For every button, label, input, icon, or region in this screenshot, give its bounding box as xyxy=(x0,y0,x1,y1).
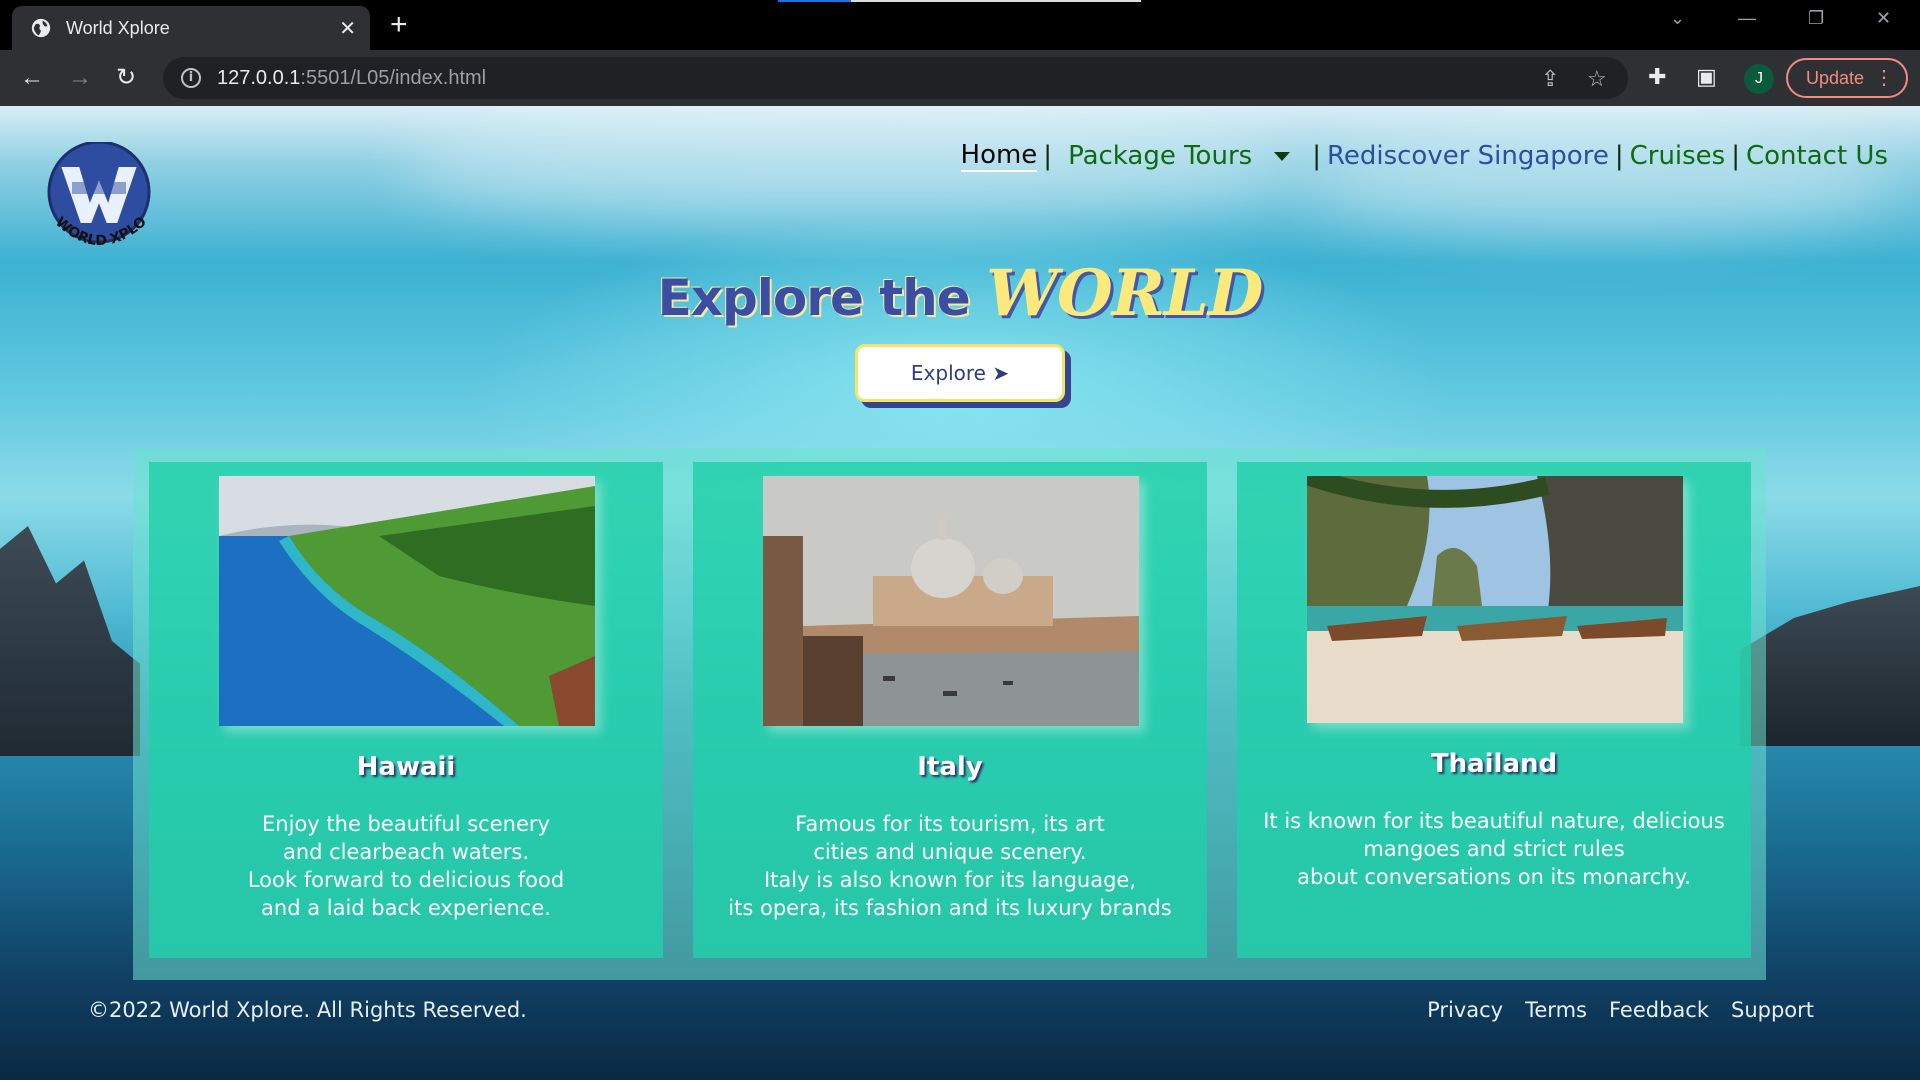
card-description: Enjoy the beautiful scenery and clearbea… xyxy=(149,810,663,922)
url-host: 127.0.0.1 xyxy=(217,66,301,89)
card-italy[interactable]: Italy Famous for its tourism, its art ci… xyxy=(693,462,1207,958)
close-window-button[interactable]: ✕ xyxy=(1876,8,1891,29)
browser-tabbar: World Xplore ✕ + ⌄ — ❐ ✕ xyxy=(0,0,1920,50)
tab-title: World Xplore xyxy=(66,17,170,38)
destination-cards: Hawaii Enjoy the beautiful scenery and c… xyxy=(133,448,1766,980)
card-line: It is known for its beautiful nature, de… xyxy=(1263,809,1725,833)
footer-link-privacy[interactable]: Privacy xyxy=(1427,998,1503,1022)
url-path: :5501/L05/index.html xyxy=(300,66,487,89)
footer-link-terms[interactable]: Terms xyxy=(1525,998,1587,1022)
card-thailand[interactable]: Thailand It is known for its beautiful n… xyxy=(1237,462,1751,958)
explore-button[interactable]: Explore ➤ xyxy=(855,344,1065,402)
rock-right xyxy=(1740,586,1920,746)
site-info-icon[interactable]: i xyxy=(181,68,201,88)
hero-title-prefix: Explore the xyxy=(657,269,987,327)
card-line: and a laid back experience. xyxy=(261,896,551,920)
footer-copyright: ©2022 World Xplore. All Rights Reserved. xyxy=(88,998,527,1022)
card-line: about conversations on its monarchy. xyxy=(1297,865,1691,889)
reload-button[interactable]: ↻ xyxy=(116,64,136,92)
thailand-photo xyxy=(1307,476,1683,723)
card-line: and clearbeach waters. xyxy=(282,840,530,864)
footer-link-support[interactable]: Support xyxy=(1731,998,1814,1022)
card-title: Hawaii xyxy=(356,752,456,782)
bookmark-star-icon[interactable]: ☆ xyxy=(1587,66,1607,92)
card-line: cities and unique scenery. xyxy=(813,840,1087,864)
profile-avatar[interactable]: J xyxy=(1744,64,1774,94)
footer-links: Privacy Terms Feedback Support xyxy=(1427,998,1814,1022)
world-xplore-logo[interactable]: WORLD XPLORE xyxy=(42,142,157,262)
side-panel-icon[interactable]: ▣ xyxy=(1696,64,1717,90)
share-icon[interactable]: ⇪ xyxy=(1541,66,1559,92)
card-line: its opera, its fashion and its luxury br… xyxy=(728,896,1172,920)
nav-package-tours[interactable]: Package Tours xyxy=(1068,141,1252,171)
nav-separator: | xyxy=(1731,141,1740,171)
hero-title-emphasis: WORLD xyxy=(986,256,1263,331)
nav-separator: | xyxy=(1312,141,1321,171)
nav-home[interactable]: Home xyxy=(960,140,1038,172)
card-line: mangoes and strict rules xyxy=(1363,837,1625,861)
card-line: Enjoy the beautiful scenery xyxy=(262,812,550,836)
update-label: Update xyxy=(1806,67,1865,88)
card-description: It is known for its beautiful nature, de… xyxy=(1237,807,1751,891)
forward-button[interactable]: → xyxy=(68,64,92,92)
italy-photo xyxy=(763,476,1139,726)
tab-search-icon[interactable]: ⌄ xyxy=(1670,8,1685,29)
minimize-button[interactable]: — xyxy=(1738,8,1756,29)
back-button[interactable]: ← xyxy=(20,64,44,92)
page-background: WORLD XPLORE Home | Package Tours | Redi… xyxy=(0,106,1920,1080)
hero-title: Explore the WORLD xyxy=(0,256,1920,331)
nav-separator: | xyxy=(1043,141,1053,171)
browser-toolbar: ← → ↻ i 127.0.0.1:5501/L05/index.html ⇪ … xyxy=(0,50,1920,106)
restore-button[interactable]: ❐ xyxy=(1808,8,1824,29)
address-bar[interactable]: i 127.0.0.1:5501/L05/index.html ⇪ ☆ xyxy=(163,57,1628,99)
card-line: Famous for its tourism, its art xyxy=(795,812,1105,836)
close-tab-icon[interactable]: ✕ xyxy=(339,16,356,41)
new-tab-button[interactable]: + xyxy=(390,8,408,42)
card-title: Italy xyxy=(917,752,983,782)
caret-down-icon[interactable] xyxy=(1274,151,1291,161)
loading-bar xyxy=(778,0,1141,2)
hawaii-photo xyxy=(219,476,595,726)
globe-icon xyxy=(31,18,51,38)
nav-contact-us[interactable]: Contact Us xyxy=(1746,141,1888,171)
card-title: Thailand xyxy=(1430,749,1558,779)
extensions-icon[interactable]: ✚ xyxy=(1648,64,1666,90)
nav-separator: | xyxy=(1614,141,1624,171)
card-hawaii[interactable]: Hawaii Enjoy the beautiful scenery and c… xyxy=(149,462,663,958)
browser-tab[interactable]: World Xplore ✕ xyxy=(12,6,370,50)
main-nav: Home | Package Tours | Rediscover Singap… xyxy=(960,140,1888,172)
nav-rediscover-singapore[interactable]: Rediscover Singapore xyxy=(1327,141,1609,171)
nav-cruises[interactable]: Cruises xyxy=(1630,141,1726,171)
card-line: Look forward to delicious food xyxy=(247,868,565,892)
rock-left xyxy=(0,526,140,756)
card-description: Famous for its tourism, its art cities a… xyxy=(693,810,1207,922)
footer-link-feedback[interactable]: Feedback xyxy=(1609,998,1709,1022)
update-button[interactable]: Update ⋮ xyxy=(1786,58,1908,98)
menu-dots-icon[interactable]: ⋮ xyxy=(1874,66,1894,90)
card-line: Italy is also known for its language, xyxy=(763,868,1136,892)
